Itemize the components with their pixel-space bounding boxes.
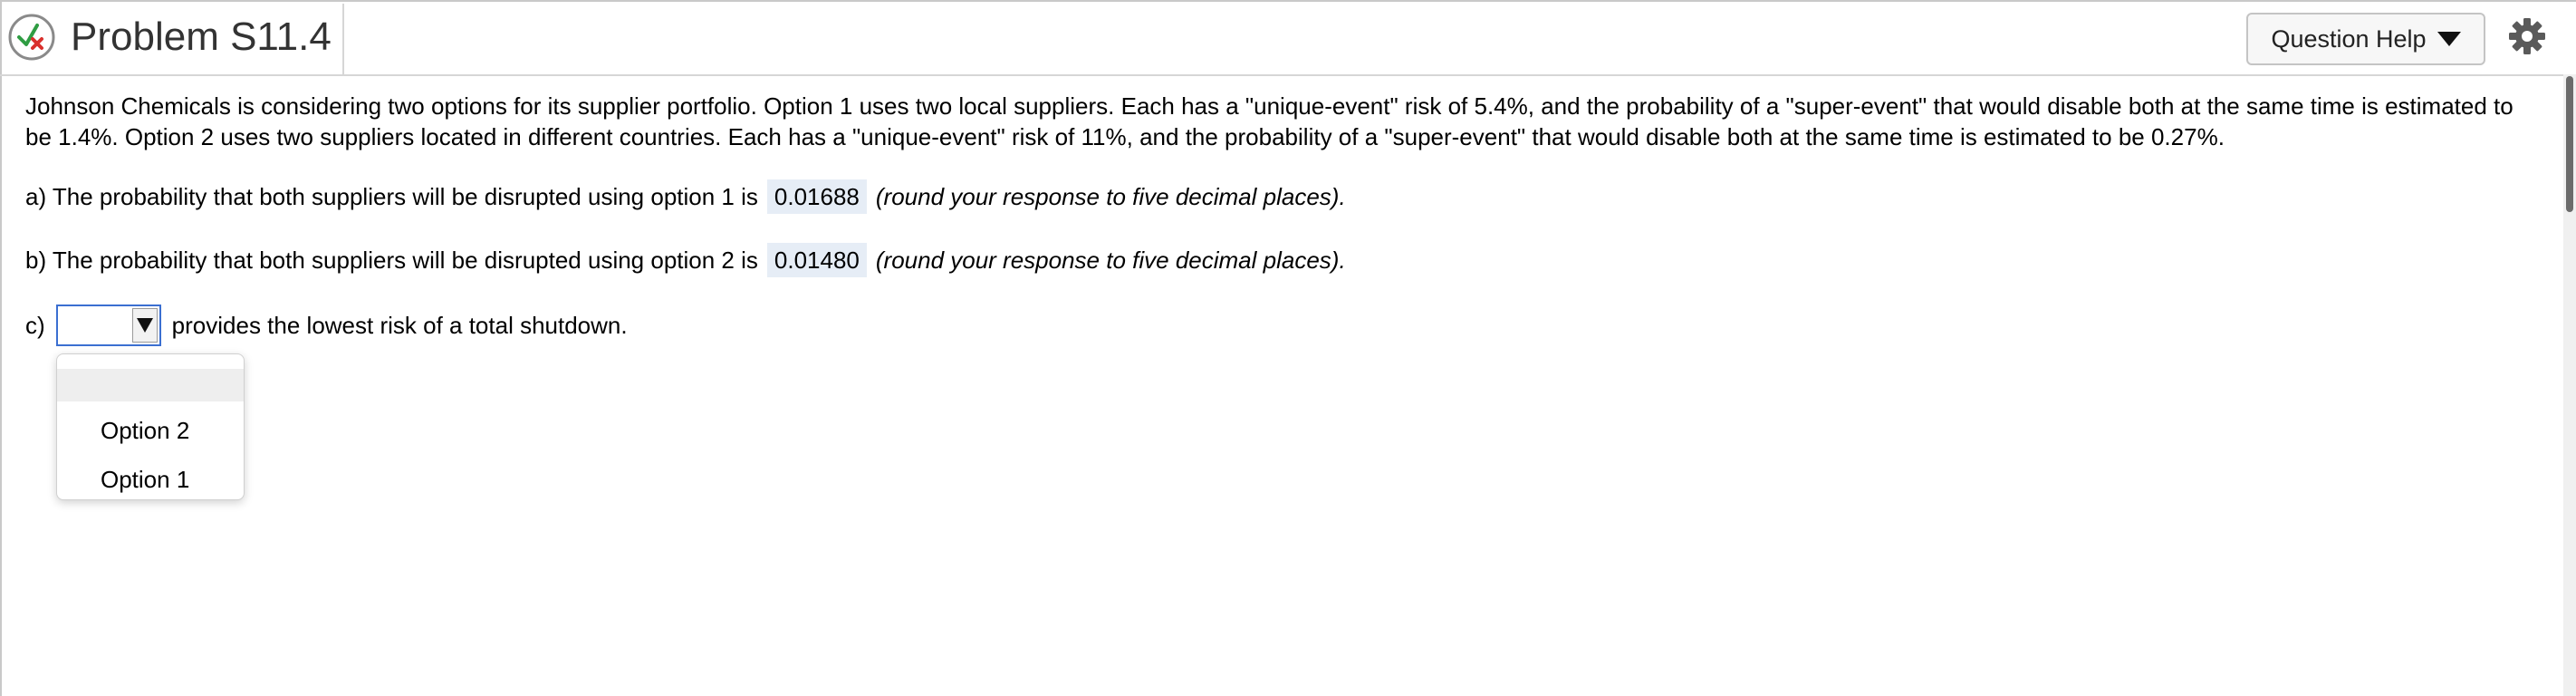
option-dropdown-menu: Option 2 Option 1 xyxy=(56,353,245,500)
gear-icon[interactable] xyxy=(2507,16,2547,56)
answer-b-field[interactable]: 0.01480 xyxy=(766,243,867,277)
question-b-hint: (round your response to five decimal pla… xyxy=(875,246,1346,274)
caret-down-icon xyxy=(2437,32,2461,46)
question-help-button[interactable]: Question Help xyxy=(2246,13,2485,65)
question-c-label: c) xyxy=(25,312,45,339)
question-a: a) The probability that both suppliers w… xyxy=(25,179,1346,214)
title-section: Problem S11.4 xyxy=(60,4,344,74)
window-frame-left xyxy=(0,0,2,696)
problem-statement: Johnson Chemicals is considering two opt… xyxy=(25,92,2514,150)
question-help-label: Question Help xyxy=(2271,24,2427,53)
question-b: b) The probability that both suppliers w… xyxy=(25,243,1346,277)
question-b-text: b) The probability that both suppliers w… xyxy=(25,246,758,274)
dropdown-option-2[interactable]: Option 2 xyxy=(57,412,244,449)
question-c-text: provides the lowest risk of a total shut… xyxy=(171,312,628,339)
dropdown-option-1[interactable]: Option 1 xyxy=(57,461,244,498)
partially-correct-icon xyxy=(8,14,55,61)
answer-a-field[interactable]: 0.01688 xyxy=(766,179,867,214)
caret-down-icon xyxy=(136,318,153,333)
dropdown-option-blank[interactable] xyxy=(57,369,244,401)
page-title: Problem S11.4 xyxy=(71,14,332,59)
question-a-hint: (round your response to five decimal pla… xyxy=(875,183,1346,210)
option-select[interactable] xyxy=(55,304,161,346)
header-bar: Problem S11.4 Question Help xyxy=(0,2,2563,76)
question-a-text: a) The probability that both suppliers w… xyxy=(25,183,758,210)
problem-body: Johnson Chemicals is considering two opt… xyxy=(25,91,2534,152)
select-arrow-button[interactable] xyxy=(131,308,158,343)
scrollbar-thumb[interactable] xyxy=(2566,76,2573,212)
question-c: c) provides the lowest risk of a total s… xyxy=(25,304,628,346)
